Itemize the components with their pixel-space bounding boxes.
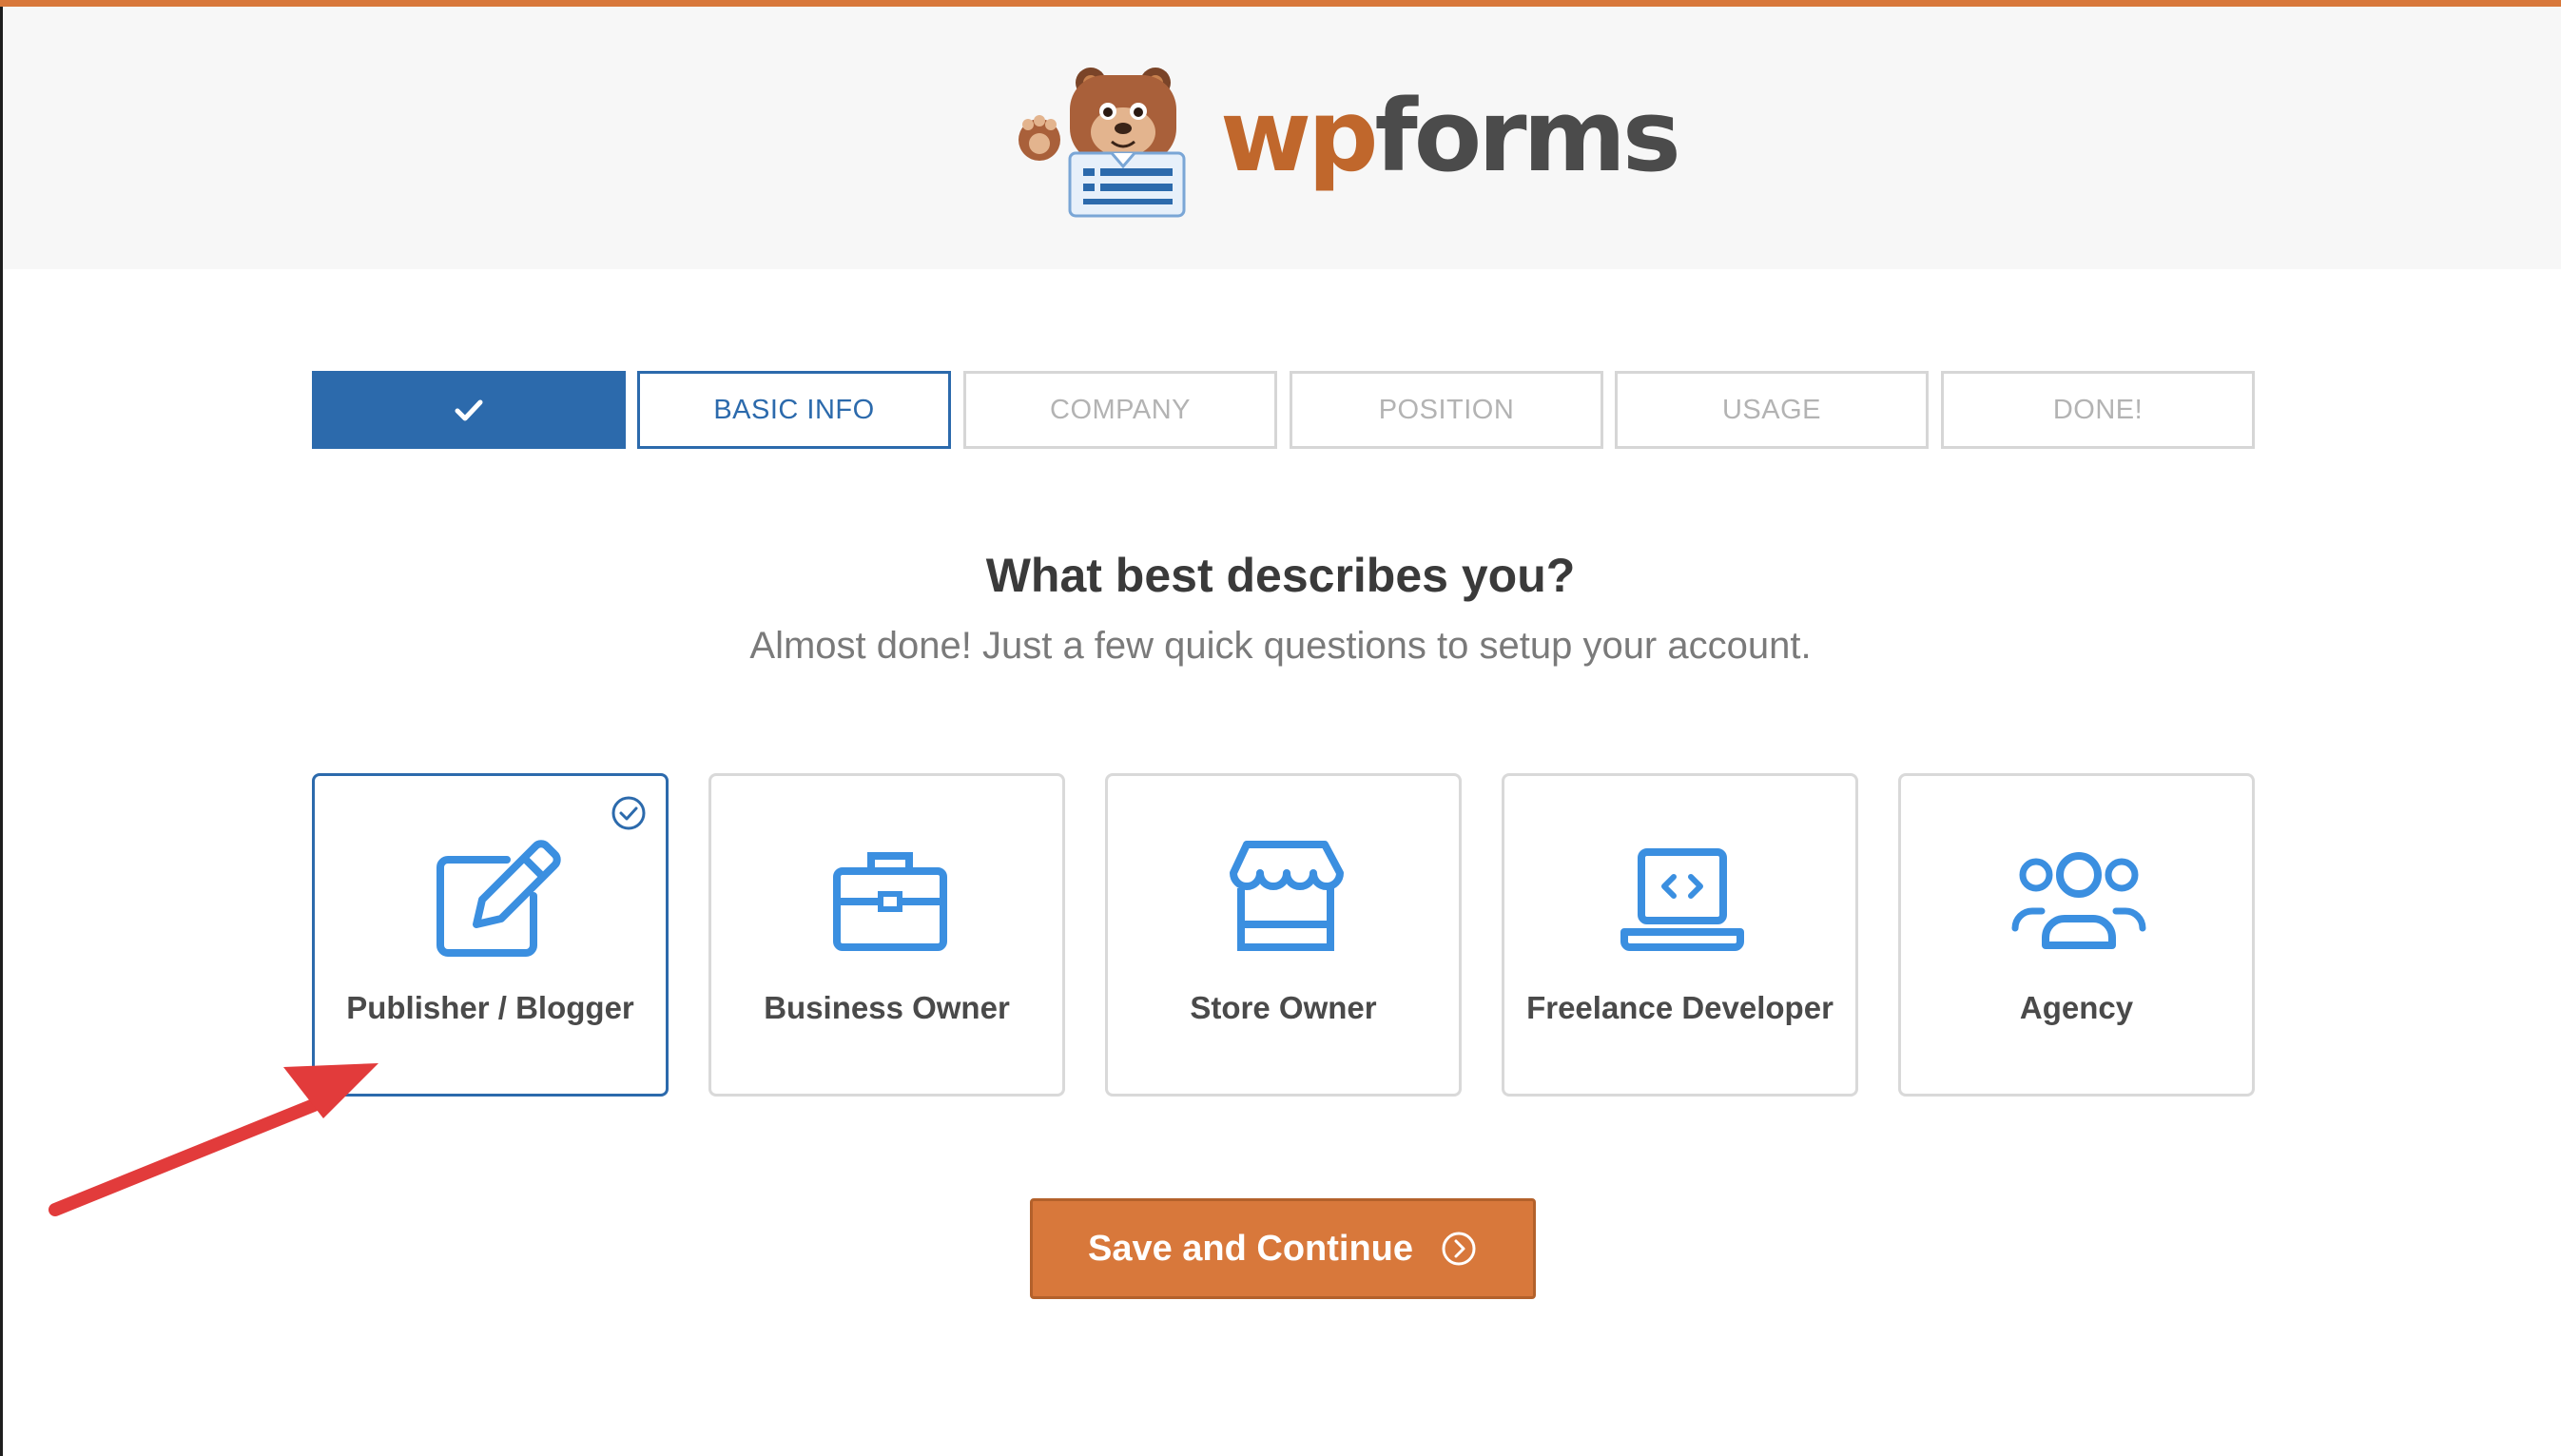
wpforms-wordmark: wpforms bbox=[1220, 87, 1681, 185]
step-label: BASIC INFO bbox=[713, 394, 875, 425]
wpforms-logo[interactable]: wpforms bbox=[1013, 62, 1681, 223]
role-options: Publisher / Blogger Business Owner Store… bbox=[312, 773, 2256, 1097]
option-freelance-developer[interactable]: Freelance Developer bbox=[1502, 773, 1858, 1097]
step-done: DONE! bbox=[1941, 371, 2255, 449]
step-position: POSITION bbox=[1290, 371, 1603, 449]
option-label: Agency bbox=[2019, 990, 2134, 1025]
bear-mascot-icon bbox=[1019, 68, 1186, 218]
users-group-icon bbox=[2011, 852, 2146, 949]
option-business-owner[interactable]: Business Owner bbox=[708, 773, 1065, 1097]
step-completed[interactable] bbox=[312, 371, 626, 449]
top-accent-bar bbox=[0, 0, 2561, 7]
option-label: Store Owner bbox=[1190, 990, 1377, 1025]
step-label: DONE! bbox=[2052, 394, 2144, 425]
option-store-owner[interactable]: Store Owner bbox=[1105, 773, 1462, 1097]
chevron-right-circle-icon bbox=[1442, 1232, 1476, 1266]
step-label: COMPANY bbox=[1050, 394, 1191, 425]
edit-pencil-icon bbox=[437, 840, 561, 957]
step-usage: USAGE bbox=[1615, 371, 1929, 449]
option-label: Business Owner bbox=[764, 990, 1010, 1025]
page-title: What best describes you? bbox=[985, 549, 1576, 602]
annotation-arrow bbox=[49, 1063, 378, 1216]
check-icon bbox=[455, 399, 483, 421]
wordmark-wp: wp bbox=[1220, 78, 1379, 194]
briefcase-icon bbox=[833, 852, 947, 951]
step-basic-info[interactable]: BASIC INFO bbox=[637, 371, 951, 449]
laptop-code-icon bbox=[1620, 848, 1744, 951]
option-agency[interactable]: Agency bbox=[1898, 773, 2255, 1097]
page-subtitle: Almost done! Just a few quick questions … bbox=[749, 625, 1812, 667]
step-company: COMPANY bbox=[963, 371, 1277, 449]
wordmark-forms: forms bbox=[1374, 78, 1681, 194]
save-and-continue-button[interactable]: Save and Continue bbox=[1030, 1198, 1536, 1299]
step-label: USAGE bbox=[1721, 394, 1822, 425]
step-label: POSITION bbox=[1378, 394, 1515, 425]
header: wpforms bbox=[3, 7, 2561, 269]
option-label: Publisher / Blogger bbox=[346, 990, 634, 1025]
save-button-label: Save and Continue bbox=[1087, 1228, 1414, 1269]
progress-steps: BASIC INFO COMPANY POSITION USAGE DONE! bbox=[312, 371, 2256, 449]
selected-check-icon bbox=[611, 796, 646, 830]
option-label: Freelance Developer bbox=[1526, 990, 1833, 1025]
storefront-icon bbox=[1230, 841, 1344, 951]
